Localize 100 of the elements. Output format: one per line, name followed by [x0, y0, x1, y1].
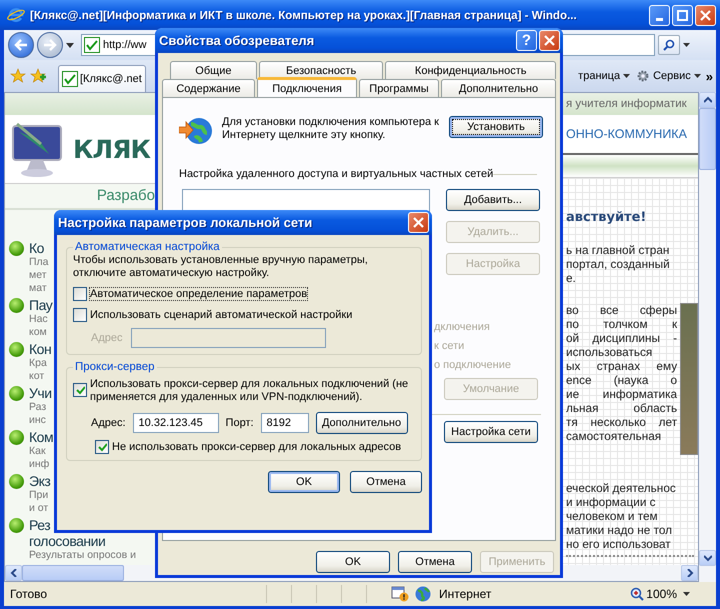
- checkbox[interactable]: [73, 383, 87, 397]
- scrollbar-thumb[interactable]: [699, 108, 716, 170]
- dialog-tab[interactable]: Дополнительно: [441, 79, 556, 97]
- dialog-tab[interactable]: Содержание: [162, 79, 255, 97]
- menu-link[interactable]: Учи: [29, 385, 52, 401]
- menu-description: Результаты опросов и: [29, 549, 136, 562]
- scroll-down-button[interactable]: [699, 550, 716, 566]
- menu-description: инс: [29, 414, 47, 427]
- port-field[interactable]: 8192: [260, 413, 309, 433]
- article-text: матики надо не тол: [566, 523, 674, 537]
- search-icon: [663, 39, 675, 51]
- dialog-tab[interactable]: Общие: [170, 61, 257, 79]
- checkbox-label: Использовать прокси-сервер для локальных подключений (не применяется для удаленных или VPN-подключений).: [90, 378, 410, 404]
- bullet-icon: [9, 241, 24, 256]
- more-tools-button[interactable]: »: [706, 68, 713, 84]
- minimize-button[interactable]: [649, 4, 670, 26]
- article-text: ь на главной стран: [566, 243, 670, 257]
- bullet-icon: [9, 430, 24, 445]
- dialog-tab[interactable]: Программы: [359, 79, 439, 97]
- menu-description: Как: [29, 445, 47, 458]
- search-button[interactable]: [658, 35, 680, 55]
- scroll-left-button[interactable]: [5, 565, 22, 581]
- command-menu[interactable]: траница: [577, 70, 632, 82]
- bullet-icon: [9, 342, 24, 357]
- close-button[interactable]: [695, 4, 716, 26]
- checkbox[interactable]: [73, 308, 87, 322]
- caret-icon: [694, 74, 701, 78]
- browser-tab[interactable]: [Клякс@.net: [58, 65, 146, 92]
- checkbox[interactable]: [95, 440, 109, 454]
- close-icon: [544, 35, 555, 46]
- caret-icon: [623, 74, 630, 78]
- maximize-icon: [677, 10, 688, 20]
- add-favorite-icon[interactable]: [30, 68, 46, 84]
- dialup-button[interactable]: Добавить...: [446, 189, 540, 211]
- favorites-star-icon[interactable]: [10, 68, 26, 84]
- dropdown-caret-icon[interactable]: [683, 592, 690, 596]
- article-text: ие информатика: [566, 387, 678, 401]
- article-text: но его использоват: [566, 537, 672, 551]
- dialog-tab[interactable]: Подключения: [257, 77, 357, 97]
- menu-link[interactable]: Экз: [29, 473, 50, 489]
- command-menu[interactable]: Сервис: [635, 69, 702, 83]
- menu-description: и от: [29, 502, 50, 515]
- scroll-right-button[interactable]: [681, 565, 698, 581]
- dialog-tab[interactable]: Конфиденциальность: [385, 61, 556, 79]
- gear-icon: [636, 69, 650, 83]
- checkmark-icon: [98, 442, 106, 452]
- forward-button[interactable]: [37, 32, 63, 58]
- scroll-up-button[interactable]: [699, 92, 716, 108]
- maximize-button[interactable]: [672, 4, 693, 26]
- article-text: и информации с: [566, 495, 657, 509]
- article-text: портал, созданный: [566, 257, 671, 271]
- back-button[interactable]: [8, 32, 34, 58]
- dialog-button[interactable]: OK: [268, 471, 340, 493]
- proxy-address-field[interactable]: 10.32.123.45: [132, 413, 219, 433]
- dialog-title: Настройка параметров локальной сети: [58, 215, 312, 230]
- field-label: Адрес:: [91, 417, 126, 429]
- article-text: самостоятельная: [566, 429, 662, 443]
- bullet-icon: [9, 518, 24, 533]
- menu-description: инф: [29, 458, 50, 471]
- setup-description: Для установки подключения компьютера к Интернету щелкните эту кнопку.: [222, 116, 440, 142]
- browser-logo-icon: [7, 6, 25, 24]
- dialog-button[interactable]: Отмена: [398, 551, 472, 573]
- menu-link[interactable]: Ком: [29, 429, 54, 445]
- header-text: я учителя информатик: [565, 98, 687, 110]
- menu-description: Кра: [29, 357, 48, 370]
- lan-settings-button[interactable]: Настройка сети: [444, 421, 538, 443]
- setup-button[interactable]: Установить: [449, 116, 543, 138]
- menu-link[interactable]: голосовании: [29, 533, 136, 549]
- checkbox-label: Не использовать прокси-сервер для локальных адресов: [112, 441, 402, 453]
- menu-description: Нас: [29, 313, 49, 326]
- help-button[interactable]: ?: [516, 30, 537, 51]
- dropdown-caret-icon[interactable]: [683, 43, 690, 47]
- menu-description: Пла: [29, 256, 49, 269]
- advanced-button[interactable]: Дополнительно: [316, 412, 408, 434]
- dialog-title: Свойства обозревателя: [159, 33, 314, 48]
- zoom-button[interactable]: 100%: [630, 587, 677, 601]
- scrollbar-thumb[interactable]: [22, 565, 124, 581]
- menu-link[interactable]: Кон: [29, 341, 52, 357]
- bullet-icon: [9, 474, 24, 489]
- address-field[interactable]: [130, 328, 326, 348]
- close-button[interactable]: [408, 212, 429, 233]
- bullet-icon: [9, 386, 24, 401]
- dialog-button[interactable]: OK: [316, 551, 390, 573]
- up-chevron-icon: [704, 96, 712, 104]
- checkbox[interactable]: [73, 287, 87, 301]
- menu-link[interactable]: Ко: [29, 240, 49, 256]
- menu-link[interactable]: Пау: [29, 297, 52, 313]
- status-text: Готово: [10, 587, 48, 601]
- window-title: [Клякс@.net][Информатика и ИКТ в школе. Компьютер на уроках.][Главная страница] - Windo...: [30, 8, 577, 22]
- field-label: Адрес: [91, 332, 122, 344]
- dropdown-caret-icon[interactable]: [66, 42, 74, 48]
- globe-icon: [415, 586, 431, 602]
- left-chevron-icon: [10, 569, 18, 577]
- close-button[interactable]: [539, 30, 560, 51]
- dialog-tab[interactable]: Безопасность: [258, 61, 384, 79]
- article-text: льная область: [566, 401, 678, 415]
- zoom-icon: [630, 587, 644, 601]
- close-icon: [700, 10, 711, 20]
- favicon-icon: [84, 37, 100, 53]
- dialog-button[interactable]: Отмена: [350, 471, 422, 493]
